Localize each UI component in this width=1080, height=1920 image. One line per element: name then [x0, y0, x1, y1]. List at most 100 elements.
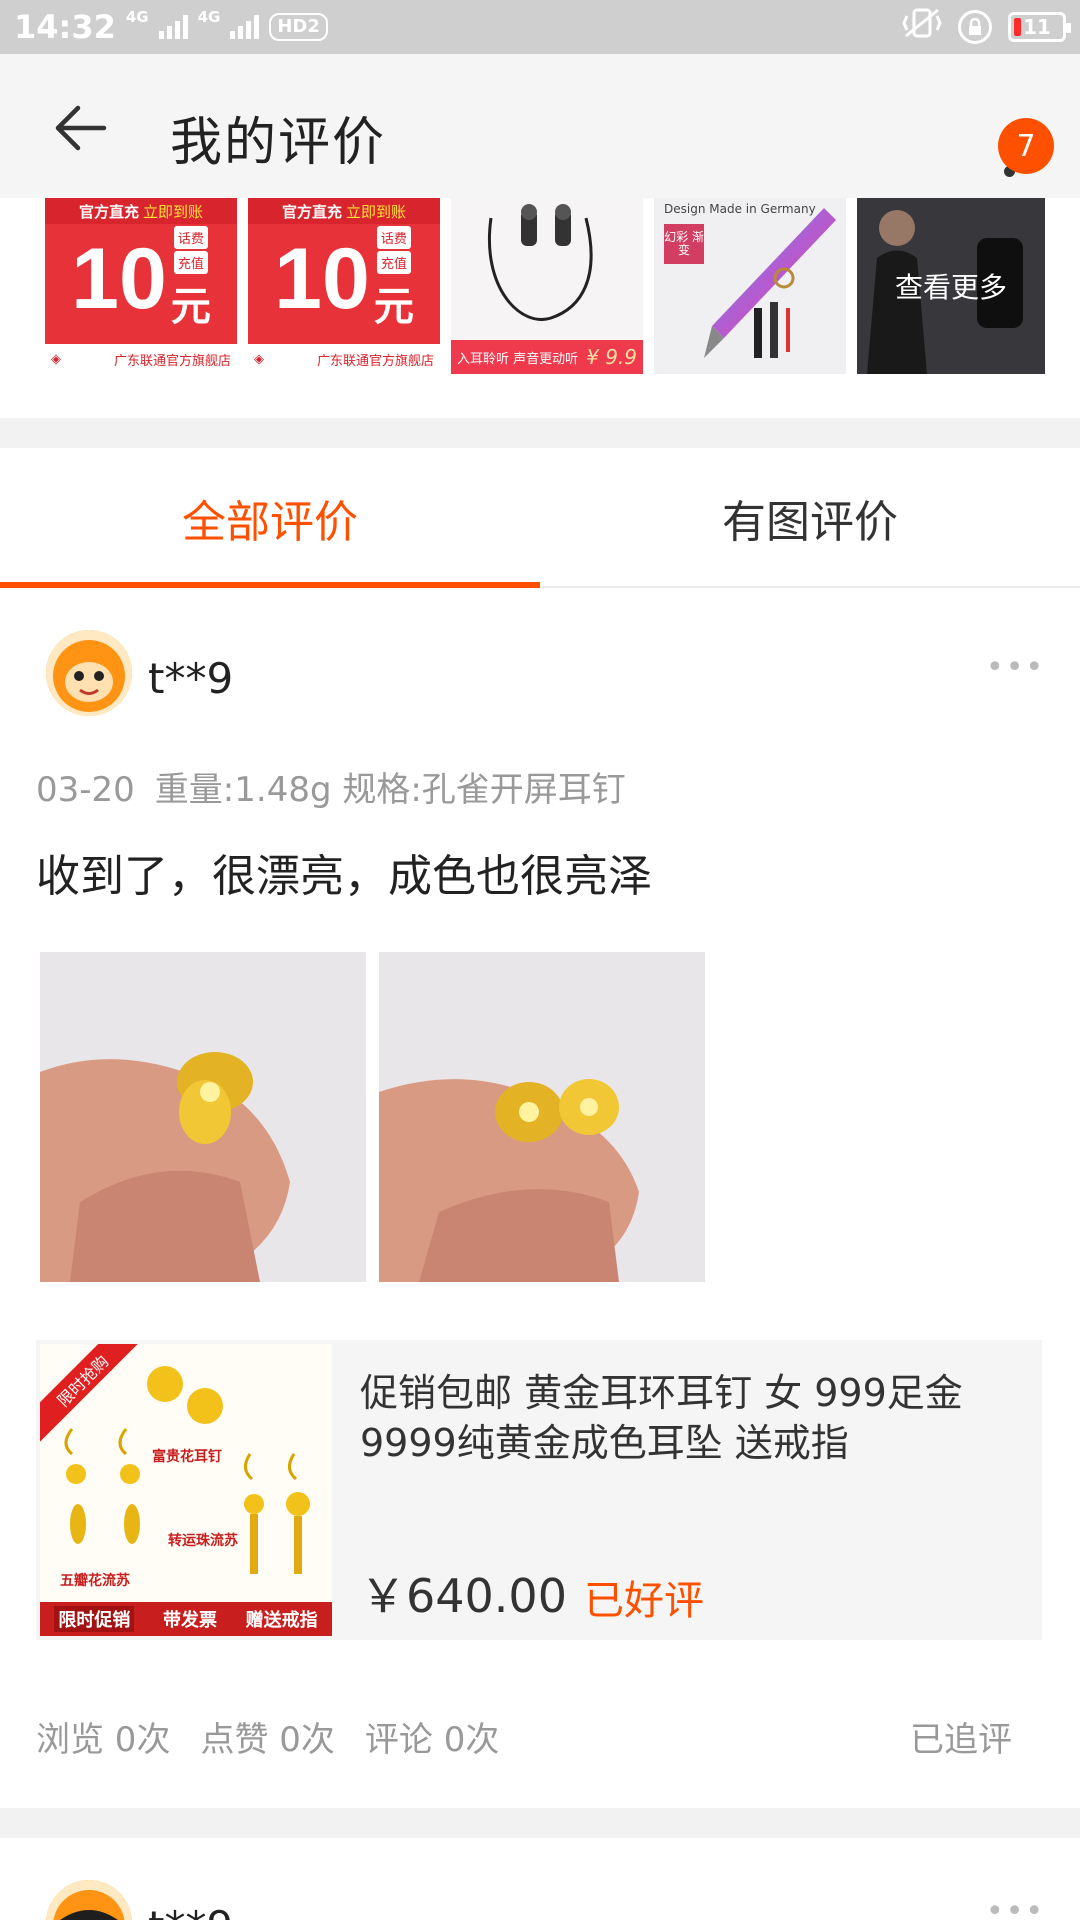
- unicom-unit: 元: [170, 284, 211, 330]
- product-image-footer-2: 带发票: [162, 1610, 217, 1631]
- product-thumb-unicom-2[interactable]: 官方直充 立即到账 10 话费 充值 元 ◈ 广东联通官方旗舰店: [248, 198, 440, 374]
- unicom-top-right: 立即到账: [346, 202, 407, 221]
- reviewer-username: t**9: [148, 654, 234, 703]
- review-card-2: t**9 •••: [0, 1838, 1080, 1920]
- earphones-footer: 入耳聆听 声音更动听 ¥ 9.9: [451, 340, 643, 374]
- product-image-footer-3: 赠送戒指: [245, 1610, 318, 1631]
- review-more-button[interactable]: •••: [986, 650, 1045, 685]
- status-time: 14:32: [14, 8, 116, 46]
- mascot-avatar-icon: [46, 630, 132, 716]
- review-more-button[interactable]: •••: [986, 1894, 1045, 1920]
- page-title: 我的评价: [170, 113, 387, 173]
- unicom-top-bar: 官方直充 立即到账: [45, 198, 237, 224]
- tab-all-label: 全部评价: [182, 497, 358, 548]
- unicom-tag-2: 充值: [376, 251, 411, 274]
- unicom-amount-area: 10 话费 充值 元: [45, 224, 237, 334]
- active-tab-indicator: [0, 582, 540, 588]
- review-tabs: 全部评价 有图评价: [0, 448, 1080, 588]
- mascot-avatar-icon: [46, 1880, 132, 1920]
- review-stats: 浏览 0次 点赞 0次 评论 0次: [36, 1712, 1046, 1761]
- product-thumb-unicom-1[interactable]: 官方直充 立即到账 10 话费 充值 元 ◈ 广东联通官方旗舰店: [45, 198, 237, 374]
- status-right: 11: [902, 6, 1071, 48]
- product-image-label-2: 转运珠流苏: [168, 1533, 238, 1549]
- signal-icon: [158, 15, 188, 39]
- product-image: 限时抢购 富贵花耳钉 转运珠流苏 五瓣花流苏 限时促销 带发票 赠送戒指: [40, 1344, 332, 1636]
- status-left: 14:32 4G 4G HD2: [14, 8, 328, 46]
- product-title: 促销包邮 黄金耳环耳钉 女 999足金9999纯黄金成色耳坠 送戒指: [360, 1371, 963, 1465]
- signal-icon-2: [230, 15, 260, 39]
- review-date: 03-20: [36, 770, 135, 810]
- notification-badge: 7: [998, 118, 1054, 174]
- product-image-label-3: 五瓣花流苏: [60, 1573, 130, 1589]
- likes-count: 点赞 0次: [200, 1720, 335, 1760]
- product-strip: 官方直充 立即到账 10 话费 充值 元 ◈ 广东联通官方旗舰店 官方直充 立即到账…: [0, 198, 1080, 418]
- network-type-1: 4G: [125, 8, 149, 26]
- battery-icon: 11: [1008, 12, 1071, 42]
- unicom-logo-icon: ◈: [51, 351, 61, 367]
- unicom-footer: ◈ 广东联通官方旗舰店: [248, 344, 440, 374]
- tab-image-reviews[interactable]: 有图评价: [540, 448, 1080, 588]
- product-thumb-armband[interactable]: 查看更多: [857, 198, 1045, 374]
- product-image-footer: 限时促销 带发票 赠送戒指: [40, 1602, 332, 1636]
- review-photo-1[interactable]: [40, 952, 366, 1282]
- network-type-2: 4G: [197, 8, 221, 26]
- screen: 14:32 4G 4G HD2 11 我的评价 7 官方直充 立即到账 10 话…: [0, 0, 1080, 1920]
- earphones-price: ¥ 9.9: [586, 345, 637, 369]
- unicom-tag-1: 话费: [173, 226, 208, 249]
- gold-earrings-image: [64, 1366, 310, 1574]
- review-card: t**9 ••• 03-20 重量:1.48g 规格:孔雀开屏耳钉 收到了，很漂亮…: [0, 590, 1080, 1808]
- section-divider: [0, 1808, 1080, 1838]
- toolbar: 我的评价 7: [0, 54, 1080, 198]
- product-image-label-1: 富贵花耳钉: [152, 1449, 222, 1465]
- battery-level: 11: [1023, 15, 1051, 39]
- unicom-unit: 元: [373, 284, 414, 330]
- reviewed-product-card[interactable]: 限时抢购 富贵花耳钉 转运珠流苏 五瓣花流苏 限时促销 带发票 赠送戒指 促销包…: [36, 1340, 1042, 1640]
- unicom-logo-icon: ◈: [254, 351, 264, 367]
- pen-image: [704, 208, 836, 358]
- reviewer-username: t**9: [148, 1902, 233, 1920]
- product-image-footer-1: 限时促销: [54, 1606, 135, 1632]
- unicom-store: 广东联通官方旗舰店: [113, 353, 231, 369]
- review-status: 已好评: [584, 1578, 704, 1624]
- status-bar: 14:32 4G 4G HD2 11: [0, 0, 1080, 54]
- section-divider: [0, 418, 1080, 448]
- views-count: 浏览 0次: [36, 1720, 171, 1760]
- review-photo-2[interactable]: [379, 952, 705, 1282]
- comments-count: 评论 0次: [364, 1720, 500, 1760]
- see-more-label: 查看更多: [894, 271, 1007, 304]
- unicom-top-right: 立即到账: [143, 202, 204, 221]
- earring-photo-2: [379, 952, 705, 1282]
- unicom-side: 话费 充值 元: [171, 226, 211, 332]
- product-thumb-pen[interactable]: Design Made in Germany 幻彩 渐变: [654, 198, 846, 374]
- tab-image-label: 有图评价: [722, 497, 898, 548]
- earring-photo-1: [40, 952, 366, 1282]
- back-button[interactable]: [50, 98, 110, 158]
- avatar[interactable]: [46, 630, 132, 716]
- unicom-amount-area: 10 话费 充值 元: [248, 224, 440, 334]
- unicom-store: 广东联通官方旗舰店: [316, 353, 434, 369]
- unicom-tag-1: 话费: [376, 226, 411, 249]
- earphones-caption: 入耳聆听 声音更动听: [457, 351, 579, 367]
- unicom-footer: ◈ 广东联通官方旗舰店: [45, 344, 237, 374]
- review-meta: 03-20 重量:1.48g 规格:孔雀开屏耳钉: [36, 762, 626, 811]
- unicom-top-left: 官方直充: [281, 202, 342, 221]
- rotation-lock-icon: [958, 10, 992, 44]
- followup-review-button[interactable]: 已追评: [910, 1712, 1012, 1761]
- unicom-top-bar: 官方直充 立即到账: [248, 198, 440, 224]
- see-more-overlay[interactable]: 查看更多: [857, 198, 1045, 374]
- earphones-image: [488, 204, 593, 321]
- unicom-top-left: 官方直充: [78, 202, 139, 221]
- tab-all-reviews[interactable]: 全部评价: [0, 448, 540, 588]
- review-spec: 重量:1.48g 规格:孔雀开屏耳钉: [154, 770, 626, 810]
- unicom-tag-2: 充值: [173, 251, 208, 274]
- product-thumb-earphones[interactable]: 入耳聆听 声音更动听 ¥ 9.9: [451, 198, 643, 374]
- product-price: ￥640.00: [360, 1569, 567, 1623]
- review-content: 收到了，很漂亮，成色也很亮泽: [36, 851, 652, 902]
- unicom-amount: 10: [71, 231, 167, 327]
- vibrate-icon: [902, 6, 942, 48]
- hd-voice-icon: HD2: [269, 13, 328, 41]
- unicom-amount: 10: [274, 231, 370, 327]
- unicom-side: 话费 充值 元: [374, 226, 414, 332]
- back-arrow-icon: [55, 105, 107, 151]
- avatar[interactable]: [46, 1880, 132, 1920]
